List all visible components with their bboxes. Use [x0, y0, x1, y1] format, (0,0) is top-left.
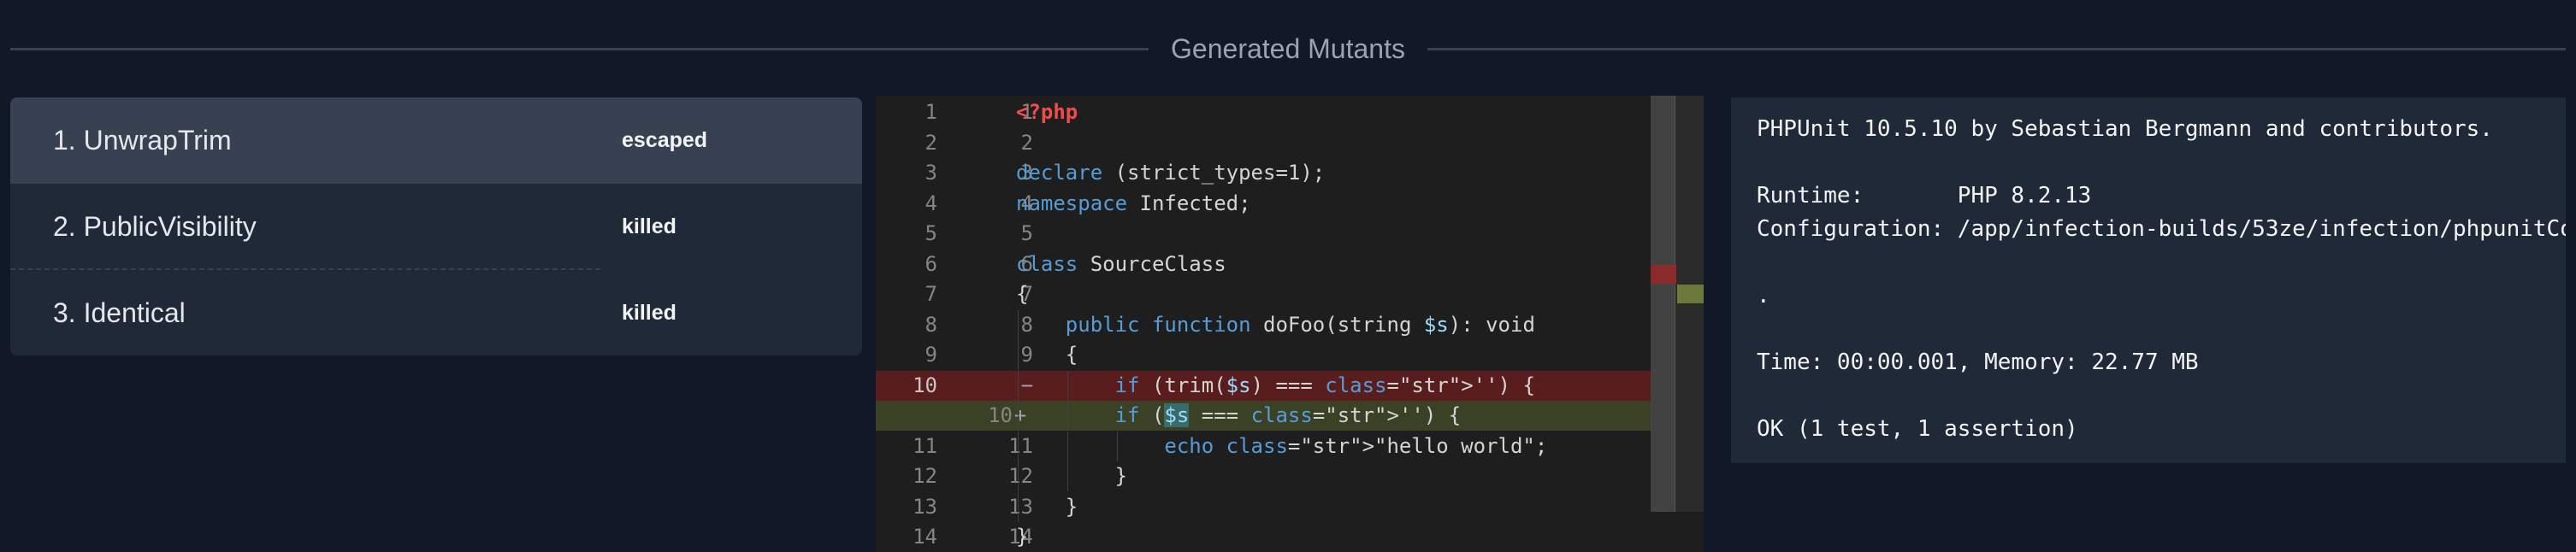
- mutant-status: escaped: [622, 128, 708, 152]
- mutant-name: 1. UnwrapTrim: [53, 125, 232, 156]
- old-line-number: 7: [925, 282, 937, 306]
- code-text: }: [1016, 494, 1078, 519]
- old-line-number: 11: [913, 433, 937, 458]
- mutant-item-unwrap-trim[interactable]: 1. UnwrapTrim escaped: [10, 97, 862, 184]
- diff-line: 14 14}: [876, 522, 1651, 552]
- overview-added-marker: [1677, 285, 1704, 303]
- output-line: Configuration: /app/infection-builds/53z…: [1757, 216, 2566, 242]
- mutant-list: 1. UnwrapTrim escaped 2. PublicVisibilit…: [10, 97, 862, 355]
- diff-line: 7 7{: [876, 279, 1651, 309]
- diff-line: 1 1 <?php: [876, 97, 1651, 127]
- new-line-number: 5: [1020, 221, 1033, 245]
- diff-line: 99 {: [876, 340, 1651, 370]
- header-rule-left: [10, 47, 1149, 50]
- diff-line: 4 4 namespace Infected;: [876, 189, 1651, 219]
- mutant-status: killed: [622, 301, 676, 325]
- diff-line: 6 6 class SourceClass: [876, 250, 1651, 279]
- header-rule-right: [1427, 47, 2566, 50]
- old-line-number: 9: [925, 343, 937, 367]
- overview-ruler: [1651, 96, 1675, 512]
- old-line-number: 1: [925, 100, 937, 124]
- diff-line: 13 13 }: [876, 491, 1651, 522]
- diff-line: 3 3 declare (strict_types=1);: [876, 158, 1651, 188]
- diff-editor[interactable]: 14 14} 13 13 } 12 12 } 11 11 echo class="str">"…: [876, 96, 1704, 552]
- diff-line: 11 11 echo class="str">"hello world";: [876, 431, 1651, 461]
- old-line-number: 13: [913, 494, 937, 519]
- output-line: PHPUnit 10.5.10 by Sebastian Bergmann an…: [1757, 116, 2493, 142]
- code-text: }: [1016, 464, 1128, 488]
- code-text: declare (strict_types=1);: [1016, 161, 1326, 185]
- new-line-number: 2: [1020, 130, 1033, 155]
- mutant-name: 2. PublicVisibility: [53, 211, 257, 242]
- diff-line: 55: [876, 219, 1651, 249]
- old-line-number: 6: [925, 251, 937, 276]
- diff-line: 10− if (trim($s) === class="str">'') {: [876, 370, 1651, 401]
- old-line-number: 8: [925, 312, 937, 337]
- mutant-status: killed: [622, 214, 676, 238]
- old-line-number: 10: [913, 373, 937, 397]
- section-title: Generated Mutants: [1171, 32, 1405, 64]
- section-header: Generated Mutants: [10, 22, 2566, 75]
- code-text: if (trim($s) === class="str">'') {: [1114, 373, 1535, 397]
- code-text: namespace Infected;: [1016, 191, 1251, 215]
- code-text: }: [1016, 525, 1029, 549]
- overview-removed-marker: [1651, 265, 1676, 284]
- diff-line: 12 12 }: [876, 461, 1651, 491]
- code-text: class SourceClass: [1016, 251, 1226, 276]
- old-line-number: 12: [913, 464, 937, 488]
- code-text: if ($s === class="str">'') {: [1114, 403, 1462, 427]
- new-line-number: 10: [988, 403, 1013, 427]
- code-text: <?php: [1016, 100, 1078, 124]
- output-line: .: [1757, 283, 1770, 308]
- code-text: {: [1016, 343, 1078, 367]
- diff-line: 10 + if ($s === class="str">'') {: [876, 401, 1651, 431]
- code-text: {: [1016, 282, 1029, 306]
- mutant-item-public-visibility[interactable]: 2. PublicVisibility killed: [10, 184, 862, 270]
- code-text: public function doFoo(string $s): void: [1065, 312, 1535, 337]
- test-output: PHPUnit 10.5.10 by Sebastian Bergmann an…: [1731, 97, 2566, 463]
- mutant-name: 3. Identical: [53, 297, 186, 328]
- diff-line: 88 public function doFoo(string $s): voi…: [876, 309, 1651, 340]
- old-line-number: 3: [925, 161, 937, 185]
- code-text: echo class="str">"hello world";: [1164, 433, 1548, 458]
- output-line: OK (1 test, 1 assertion): [1757, 416, 2078, 442]
- output-line: Time: 00:00.001, Memory: 22.77 MB: [1757, 349, 2199, 375]
- old-line-number: 14: [913, 525, 937, 549]
- old-line-number: 2: [925, 130, 937, 155]
- output-line: Runtime: PHP 8.2.13: [1757, 183, 2092, 208]
- old-line-number: 5: [925, 221, 937, 245]
- diff-line: 22: [876, 128, 1651, 158]
- old-line-number: 4: [925, 191, 937, 215]
- mutant-item-identical[interactable]: 3. Identical killed: [10, 270, 862, 355]
- minimap[interactable]: [1675, 96, 1704, 512]
